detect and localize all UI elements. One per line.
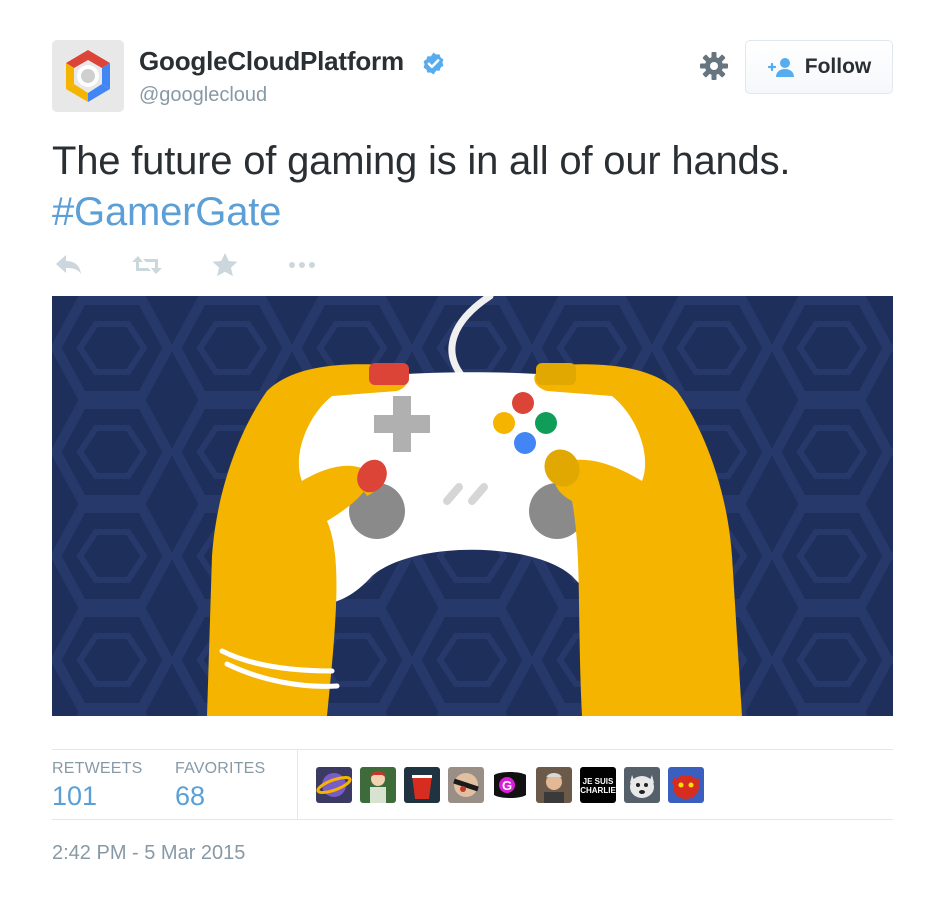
follow-label: Follow [804, 55, 872, 78]
je-suis-charlie-avatar[interactable]: JE SUIS CHARLIE [580, 767, 616, 803]
masked-face-avatar[interactable] [448, 767, 484, 803]
author-display-name[interactable]: GoogleCloudPlatform [139, 46, 404, 77]
tweet-body: The future of gaming is in all of our ha… [52, 139, 791, 183]
retweets-stat[interactable]: RETWEETS 101 [52, 760, 143, 812]
masked-face-icon [453, 773, 479, 797]
man-portrait-avatar[interactable] [536, 767, 572, 803]
tweet-actions [52, 250, 352, 280]
favorites-stat[interactable]: FAVORITES 68 [175, 760, 265, 812]
add-user-icon [767, 58, 794, 77]
red-creature-avatar[interactable] [668, 767, 704, 803]
gamergate-logo-avatar[interactable]: G [492, 767, 528, 803]
favorites-count: 68 [175, 781, 206, 811]
verified-badge-icon [423, 52, 444, 75]
je-suis-charlie-icon: JE SUIS CHARLIE [580, 777, 616, 795]
red-cup-avatar[interactable] [404, 767, 440, 803]
follow-button[interactable]: Follow [745, 40, 893, 94]
svg-text:JE SUIS: JE SUIS [583, 777, 614, 786]
star-icon[interactable] [208, 250, 242, 280]
dog-icon [630, 775, 654, 798]
man-portrait-icon [544, 773, 564, 803]
anime-character-icon [370, 771, 386, 803]
tweet-stats: RETWEETS 101 FAVORITES 68 G JE SUIS CHAR… [52, 749, 893, 820]
anime-character-avatar[interactable] [360, 767, 396, 803]
gear-icon[interactable] [698, 50, 730, 82]
svg-text:G: G [502, 778, 512, 793]
tweet-text: The future of gaming is in all of our ha… [52, 136, 912, 238]
red-creature-icon [672, 775, 700, 799]
tweet-timestamp[interactable]: 2:42 PM - 5 Mar 2015 [52, 842, 245, 865]
dog-avatar[interactable] [624, 767, 660, 803]
hands-holding-game-controller-illustration [52, 296, 893, 716]
red-cup-icon [412, 775, 432, 799]
more-dots-icon[interactable] [286, 250, 320, 280]
retweet-icon[interactable] [130, 250, 164, 280]
hashtag-link[interactable]: #GamerGate [52, 187, 912, 238]
google-cloud-logo-icon [52, 40, 124, 112]
favoriters-list: G JE SUIS CHARLIE [316, 767, 704, 803]
retweets-count: 101 [52, 781, 98, 811]
author-avatar[interactable] [52, 40, 124, 112]
tweet-media-image[interactable] [52, 296, 893, 716]
reply-icon[interactable] [52, 250, 86, 280]
planet-avatar[interactable] [316, 767, 352, 803]
favorites-label: FAVORITES [175, 760, 266, 777]
retweets-label: RETWEETS [52, 760, 143, 777]
planet-icon [316, 773, 352, 797]
svg-text:CHARLIE: CHARLIE [580, 786, 616, 795]
gamergate-logo-icon: G [494, 772, 526, 798]
author-handle[interactable]: @googlecloud [139, 84, 267, 107]
stats-divider [297, 750, 298, 820]
